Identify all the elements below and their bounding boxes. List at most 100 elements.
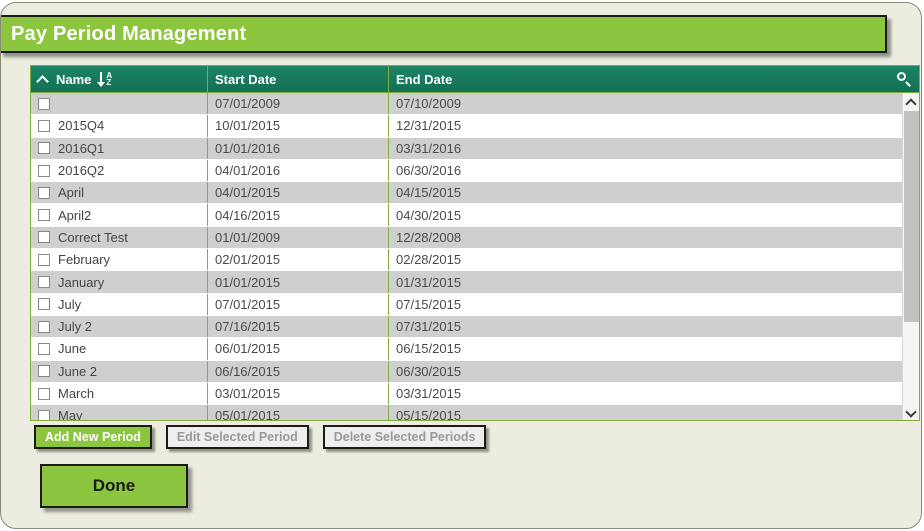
cell-end-date: 07/31/2015 bbox=[396, 319, 462, 335]
page-container: Pay Period Management Name A Z Start Dat… bbox=[0, 2, 922, 529]
table-row[interactable]: February 02/01/2015 02/28/2015 bbox=[31, 249, 902, 272]
cell-name bbox=[31, 93, 208, 115]
cell-end-date: 06/30/2016 bbox=[396, 163, 462, 179]
cell-name-label: Correct Test bbox=[58, 229, 128, 245]
table-row[interactable]: 2015Q4 10/01/2015 12/31/2015 bbox=[31, 115, 902, 138]
table-row[interactable]: July 2 07/16/2015 07/31/2015 bbox=[31, 315, 902, 339]
table-row[interactable]: March 03/01/2015 03/31/2015 bbox=[31, 382, 902, 406]
row-checkbox[interactable] bbox=[38, 164, 50, 177]
cell-end-date: 02/28/2015 bbox=[396, 252, 462, 268]
table-row[interactable]: June 2 06/16/2015 06/30/2015 bbox=[31, 360, 902, 383]
row-checkbox[interactable] bbox=[38, 365, 50, 378]
table-row[interactable]: January 01/01/2015 01/31/2015 bbox=[31, 271, 902, 294]
pay-period-grid: Name A Z Start Date End Date 07/01/2009 … bbox=[30, 65, 920, 421]
cell-name: 2016Q1 bbox=[31, 137, 208, 159]
chevron-down-icon bbox=[907, 408, 915, 416]
column-header-start-date[interactable]: Start Date bbox=[208, 66, 389, 92]
table-row[interactable]: April2 04/16/2015 04/30/2015 bbox=[31, 204, 902, 227]
cell-name: June 2 bbox=[31, 360, 208, 382]
row-checkbox[interactable] bbox=[38, 298, 50, 311]
row-checkbox[interactable] bbox=[38, 342, 50, 355]
grid-vertical-scrollbar[interactable] bbox=[902, 93, 919, 420]
edit-selected-period-button[interactable]: Edit Selected Period bbox=[165, 425, 309, 449]
row-checkbox[interactable] bbox=[38, 209, 50, 222]
table-row[interactable]: 07/01/2009 07/10/2009 bbox=[31, 93, 902, 116]
cell-name-label: July bbox=[58, 296, 82, 312]
table-row[interactable]: April 04/01/2015 04/15/2015 bbox=[31, 182, 902, 205]
cell-start-date: 07/01/2015 bbox=[208, 293, 389, 315]
cell-end-date: 05/15/2015 bbox=[396, 408, 462, 420]
scroll-down-button[interactable] bbox=[903, 403, 919, 420]
cell-start-date: 04/01/2015 bbox=[208, 182, 389, 204]
row-checkbox[interactable] bbox=[38, 276, 50, 289]
page-title: Pay Period Management bbox=[11, 22, 247, 45]
row-checkbox[interactable] bbox=[38, 409, 50, 420]
table-row[interactable]: 2016Q1 01/01/2016 03/31/2016 bbox=[31, 137, 902, 160]
chevron-up-icon bbox=[907, 98, 915, 106]
scroll-up-button[interactable] bbox=[903, 93, 919, 110]
cell-name-label: April bbox=[58, 185, 85, 201]
cell-name-label: June bbox=[58, 341, 87, 357]
column-header-end-date-label: End Date bbox=[396, 71, 453, 87]
grid-search-button[interactable] bbox=[897, 66, 915, 92]
cell-name-label: July 2 bbox=[58, 319, 92, 335]
sort-descending-az-icon[interactable]: A Z bbox=[97, 71, 112, 87]
action-button-bar: Add New Period Edit Selected Period Dele… bbox=[34, 425, 487, 449]
row-checkbox[interactable] bbox=[38, 231, 50, 244]
column-header-end-date[interactable]: End Date bbox=[389, 66, 919, 92]
cell-name: 2016Q2 bbox=[31, 159, 208, 182]
cell-start-date: 05/01/2015 bbox=[208, 405, 389, 420]
cell-name: April bbox=[31, 182, 208, 204]
row-checkbox[interactable] bbox=[38, 119, 50, 132]
row-checkbox[interactable] bbox=[38, 253, 50, 266]
row-checkbox[interactable] bbox=[38, 387, 50, 400]
cell-start-date: 06/16/2015 bbox=[208, 360, 389, 382]
cell-name-label: January bbox=[58, 274, 105, 290]
cell-end-date: 03/31/2016 bbox=[396, 140, 462, 156]
cell-name: May bbox=[31, 405, 208, 420]
cell-end-date: 06/30/2015 bbox=[396, 363, 462, 379]
cell-start-date: 07/01/2009 bbox=[208, 93, 389, 115]
table-row[interactable]: June 06/01/2015 06/15/2015 bbox=[31, 338, 902, 361]
scrollbar-thumb[interactable] bbox=[904, 111, 919, 322]
cell-start-date: 01/01/2015 bbox=[208, 271, 389, 293]
cell-name-label: 2016Q1 bbox=[58, 140, 105, 156]
grid-header-row: Name A Z Start Date End Date bbox=[31, 66, 919, 93]
cell-start-date: 04/01/2016 bbox=[208, 159, 389, 182]
cell-name-label: February bbox=[58, 252, 111, 268]
row-checkbox[interactable] bbox=[38, 320, 50, 333]
add-new-period-button[interactable]: Add New Period bbox=[34, 425, 152, 449]
grid-body: 07/01/2009 07/10/2009 2015Q4 10/01/2015 12/3… bbox=[31, 93, 902, 420]
search-icon[interactable] bbox=[897, 71, 912, 87]
cell-name: March bbox=[31, 382, 208, 405]
cell-name-label: May bbox=[58, 408, 83, 420]
delete-selected-periods-button[interactable]: Delete Selected Periods bbox=[322, 425, 487, 449]
row-checkbox[interactable] bbox=[38, 142, 50, 155]
cell-name-label: June 2 bbox=[58, 363, 98, 379]
window-title-bar: Pay Period Management bbox=[1, 15, 887, 53]
cell-name-label: 2016Q2 bbox=[58, 163, 105, 179]
table-row[interactable]: Correct Test 01/01/2009 12/28/2008 bbox=[31, 226, 902, 250]
row-checkbox[interactable] bbox=[38, 186, 50, 199]
cell-name: 2015Q4 bbox=[31, 115, 208, 137]
cell-start-date: 02/01/2015 bbox=[208, 249, 389, 271]
done-button[interactable]: Done bbox=[40, 464, 188, 508]
cell-name: Correct Test bbox=[31, 226, 208, 249]
cell-start-date: 06/01/2015 bbox=[208, 338, 389, 360]
table-row[interactable]: 2016Q2 04/01/2016 06/30/2016 bbox=[31, 159, 902, 183]
row-checkbox[interactable] bbox=[38, 97, 50, 110]
cell-start-date: 04/16/2015 bbox=[208, 204, 389, 226]
cell-end-date: 06/15/2015 bbox=[396, 341, 462, 357]
cell-name-label: April2 bbox=[58, 207, 92, 223]
cell-name: July 2 bbox=[31, 315, 208, 338]
cell-end-date: 07/10/2009 bbox=[396, 96, 462, 112]
cell-start-date: 10/01/2015 bbox=[208, 115, 389, 137]
column-header-start-date-label: Start Date bbox=[215, 71, 277, 87]
table-row[interactable]: July 07/01/2015 07/15/2015 bbox=[31, 293, 902, 316]
cell-name: June bbox=[31, 338, 208, 360]
cell-end-date: 01/31/2015 bbox=[396, 274, 462, 290]
chevron-up-icon[interactable] bbox=[38, 74, 49, 85]
table-row[interactable]: May 05/01/2015 05/15/2015 bbox=[31, 405, 902, 420]
column-header-name[interactable]: Name A Z bbox=[31, 66, 208, 92]
column-header-name-label: Name bbox=[56, 71, 92, 87]
